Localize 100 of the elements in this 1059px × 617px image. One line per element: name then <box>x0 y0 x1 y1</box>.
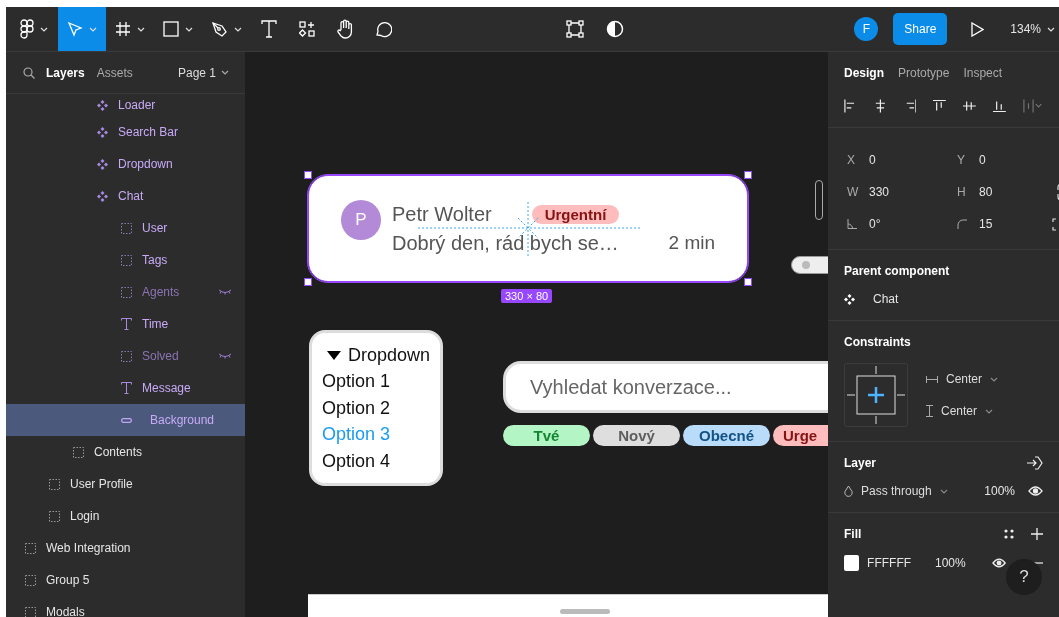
frame-icon <box>121 286 132 298</box>
chevron-down-icon <box>990 376 999 382</box>
component-icon <box>97 190 108 202</box>
dropdown-option: Option 4 <box>322 449 430 472</box>
constraints-widget[interactable] <box>844 363 908 427</box>
tag: Obecné <box>683 425 770 446</box>
search-field[interactable]: Vyhledat konverzace... <box>503 361 828 413</box>
layer-row[interactable]: Message <box>6 372 245 404</box>
section-title: Parent component <box>844 264 951 278</box>
layer-row[interactable]: Search Bar <box>6 116 245 148</box>
layer-row[interactable]: Agents <box>6 276 245 308</box>
comment-icon <box>374 20 392 38</box>
layer-row[interactable]: Contents <box>6 436 245 468</box>
vertical-constraint-dropdown[interactable]: Center <box>926 404 999 418</box>
user-avatar[interactable]: F <box>854 17 879 41</box>
align-left-icon[interactable] <box>844 99 857 113</box>
panel-tab[interactable]: Design <box>844 66 884 80</box>
panel-tab[interactable]: Layers <box>46 65 85 80</box>
arrow-in-icon[interactable] <box>1026 456 1043 470</box>
layer-row[interactable]: Loader <box>6 94 245 116</box>
dropdown-title: Dropdown <box>347 345 430 366</box>
layer-row[interactable]: Solved <box>6 340 245 372</box>
frame-icon <box>121 350 132 362</box>
tag: Tvé <box>503 425 590 446</box>
dropdown-option: Option 2 <box>322 396 430 419</box>
color-swatch[interactable] <box>844 555 860 571</box>
fill-hex-value[interactable]: FFFFFF <box>867 556 935 570</box>
component-edit-icon[interactable] <box>566 20 584 38</box>
chevron-down-icon <box>137 26 145 32</box>
tag: Urgentní <box>531 204 620 224</box>
parent-component-link[interactable]: Chat <box>873 292 899 306</box>
layer-row[interactable]: Chat <box>6 180 245 212</box>
rectangle-icon <box>163 21 179 37</box>
property-field[interactable]: X 0 <box>844 153 940 167</box>
frame-icon <box>121 222 132 234</box>
drag-handle <box>560 609 610 614</box>
chevron-down-icon <box>939 488 948 494</box>
frame-icon <box>49 478 60 490</box>
text-icon <box>121 318 132 330</box>
avatar: P <box>341 200 381 240</box>
zoom-dropdown[interactable]: 134% <box>1010 22 1055 36</box>
search-icon[interactable] <box>23 66 35 79</box>
component-icon <box>97 158 108 170</box>
layer-row[interactable]: Modals <box>6 596 245 617</box>
corner-radius-icon <box>957 219 967 229</box>
property-field[interactable]: H 80 <box>954 184 1038 200</box>
component-icon <box>97 99 108 111</box>
opacity-value[interactable]: 100% <box>984 484 1015 498</box>
share-button[interactable]: Share <box>893 13 948 45</box>
layer-row[interactable]: Time <box>6 308 245 340</box>
frame-icon <box>115 21 131 37</box>
layer-row[interactable]: Dropdown <box>6 148 245 180</box>
property-field[interactable]: 15 <box>954 217 1038 231</box>
chevron-down-icon <box>221 70 229 75</box>
layer-row[interactable]: User <box>6 212 245 244</box>
layer-row[interactable]: Group 5 <box>6 564 245 596</box>
play-icon[interactable] <box>971 21 985 37</box>
contrast-icon[interactable] <box>606 20 624 38</box>
eye-icon[interactable] <box>991 558 1006 568</box>
section-title: Layer <box>844 456 877 470</box>
resize-handle[interactable] <box>744 171 752 179</box>
size-label: 330 × 80 <box>501 289 553 303</box>
property-field[interactable]: Y 0 <box>954 153 1038 167</box>
align-middle-icon[interactable] <box>963 99 977 113</box>
property-field[interactable]: 0° <box>844 217 940 231</box>
hidden-eye-icon[interactable] <box>218 289 232 295</box>
resize-handle[interactable] <box>304 278 312 286</box>
shapes-grid-icon <box>298 20 316 38</box>
logo-icon <box>20 19 34 39</box>
distribute-icon[interactable] <box>1022 99 1043 113</box>
page-dropdown[interactable]: Page 1 <box>177 65 229 80</box>
blend-mode-dropdown[interactable]: Pass through <box>844 484 948 498</box>
plus-icon[interactable] <box>1031 528 1043 540</box>
panel-tab[interactable]: Assets <box>96 65 133 80</box>
frame-icon <box>49 510 60 522</box>
pointer-icon <box>67 21 83 37</box>
layer-row[interactable]: User Profile <box>6 468 245 500</box>
align-center-icon[interactable] <box>873 99 887 113</box>
frame-icon <box>25 542 36 554</box>
property-field[interactable]: W 330 <box>844 184 940 200</box>
layer-row[interactable]: Tags <box>6 244 245 276</box>
panel-tab[interactable]: Inspect <box>963 66 1003 80</box>
chevron-down-icon <box>40 26 48 32</box>
resize-handle[interactable] <box>744 278 752 286</box>
fill-opacity-value[interactable]: 100% <box>934 556 992 570</box>
layer-row[interactable]: Background <box>6 404 245 436</box>
resize-handle[interactable] <box>304 171 312 179</box>
frame-icon <box>121 254 132 266</box>
horizontal-constraint-dropdown[interactable]: Center <box>926 372 999 386</box>
panel-tab[interactable]: Prototype <box>898 66 950 80</box>
help-button[interactable]: ? <box>1006 559 1042 595</box>
frame-icon <box>73 446 84 458</box>
hidden-eye-icon[interactable] <box>218 353 232 359</box>
layer-row[interactable]: Login <box>6 500 245 532</box>
align-top-icon[interactable] <box>933 99 947 113</box>
styles-icon[interactable] <box>1004 529 1014 539</box>
align-bottom-icon[interactable] <box>993 99 1006 113</box>
eye-icon[interactable] <box>1028 486 1043 496</box>
frame-icon <box>25 574 36 586</box>
layer-row[interactable]: Web Integration <box>6 532 245 564</box>
